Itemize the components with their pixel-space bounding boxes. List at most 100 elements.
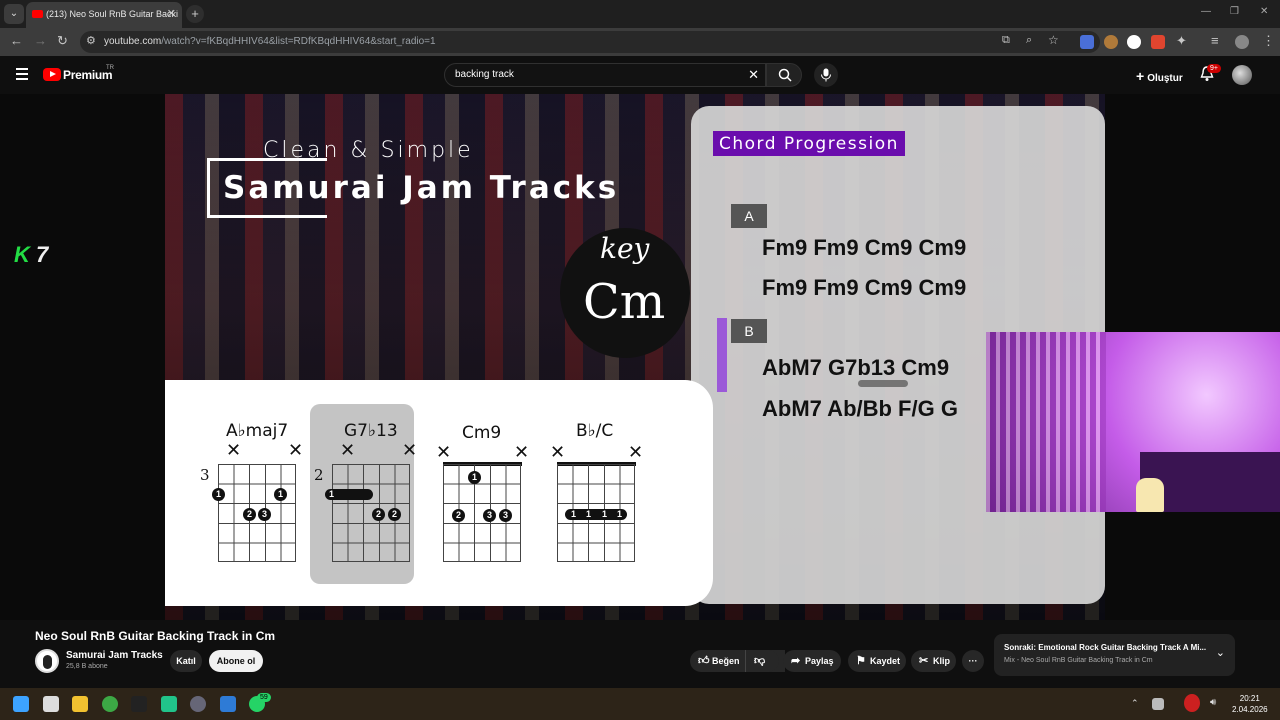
webcam-curtain	[986, 332, 1106, 512]
progression-line: Fm9 Fm9 Cm9 Cm9	[762, 275, 967, 300]
finger-dot: 2	[243, 508, 256, 521]
finger-dot: 1	[601, 509, 607, 519]
tab-search-button[interactable]: ⌄	[4, 4, 24, 24]
more-actions-button[interactable]: ···	[962, 650, 984, 672]
up-next-card[interactable]: Sonraki: Emotional Rock Guitar Backing T…	[994, 634, 1235, 676]
audio-app-icon[interactable]	[131, 696, 147, 712]
chord-name: G7♭13	[344, 421, 398, 441]
extensions-puzzle-icon[interactable]: ✦	[1176, 33, 1187, 49]
url-path: /watch?v=fKBqdHHIV64&list=RDfKBqdHHIV64&…	[161, 36, 436, 47]
chrome-menu-icon[interactable]: ⋮	[1262, 33, 1275, 49]
bookmark-star-icon[interactable]: ☆	[1048, 33, 1059, 47]
video-player[interactable]: K 7 Clean & Simple Samurai Jam Tracks ke…	[0, 94, 1280, 620]
dislike-button[interactable]: 👎︎	[745, 650, 779, 672]
extension-icon-2[interactable]	[1104, 35, 1118, 49]
url-text: youtube.com/watch?v=fKBqdHHIV64&list=RDf…	[104, 36, 436, 47]
youtube-favicon-icon	[32, 10, 43, 18]
chevron-down-icon[interactable]: ⌄	[1216, 646, 1225, 659]
scissors-icon: ✂	[919, 655, 929, 667]
cast-icon[interactable]: ⧉	[1002, 34, 1010, 47]
new-tab-button[interactable]: +	[186, 5, 204, 23]
browser-tab-active[interactable]: (213) Neo Soul RnB Guitar Backi ✕	[26, 2, 182, 28]
address-bar[interactable]: ⚙ youtube.com/watch?v=fKBqdHHIV64&list=R…	[80, 31, 1100, 53]
subscriber-count: 25,8 B abone	[66, 663, 108, 670]
share-button[interactable]: ➦ Paylaş	[783, 650, 841, 672]
bookmark-icon: ⚑	[856, 655, 866, 667]
clock-date: 2.04.2026	[1232, 705, 1268, 714]
extension-icon-3[interactable]	[1127, 35, 1141, 49]
restore-icon[interactable]: ❐	[1230, 6, 1239, 17]
extension-icon-4[interactable]	[1151, 35, 1165, 49]
file-explorer-icon[interactable]	[72, 696, 88, 712]
mute-mark: ✕	[340, 440, 356, 461]
minimize-icon[interactable]: —	[1201, 6, 1211, 17]
youtube-logo-icon[interactable]	[43, 68, 61, 81]
site-info-icon[interactable]: ⚙	[86, 34, 96, 47]
hamburger-menu-icon[interactable]	[16, 68, 28, 80]
chrome-taskbar-icon[interactable]	[102, 696, 118, 712]
subscribe-button[interactable]: Abone ol	[209, 650, 263, 672]
channel-avatar[interactable]	[35, 649, 59, 673]
tab-close-icon[interactable]: ✕	[167, 2, 176, 26]
save-button[interactable]: ⚑ Kaydet	[848, 650, 906, 672]
like-label: Beğen	[712, 656, 740, 666]
mute-mark: ✕	[514, 442, 530, 463]
reload-icon[interactable]: ↻	[57, 33, 68, 49]
key-label: key	[600, 232, 650, 265]
thumbs-up-icon: 👍︎	[698, 655, 710, 667]
video-brand-title: Samurai Jam Tracks	[223, 170, 620, 206]
volume-icon[interactable]: 🔊︎	[1210, 697, 1216, 708]
profile-avatar-icon[interactable]	[1235, 35, 1249, 49]
video-title: Neo Soul RnB Guitar Backing Track in Cm	[35, 629, 276, 643]
tray-red-app-icon[interactable]	[1184, 694, 1200, 712]
app-icon-5[interactable]	[161, 696, 177, 712]
create-button[interactable]: + Oluştur	[1136, 68, 1183, 84]
join-button[interactable]: Katıl	[170, 650, 202, 672]
back-icon[interactable]: ←	[10, 33, 23, 48]
translate-extension-icon[interactable]	[1080, 35, 1094, 49]
search-clear-icon[interactable]: ✕	[748, 67, 759, 83]
webcam-lamp	[1136, 478, 1164, 512]
windows-start-icon[interactable]	[13, 696, 29, 712]
k7-watermark-logo: K 7	[14, 242, 48, 268]
task-view-icon[interactable]	[43, 696, 59, 712]
zoom-icon[interactable]: ⌕	[1026, 34, 1032, 47]
app-icon-7[interactable]	[220, 696, 236, 712]
current-chord-highlight	[858, 380, 908, 387]
notification-count-badge: 9+	[1207, 64, 1221, 73]
chord-progression-title: Chord Progression	[713, 131, 905, 156]
key-value: Cm	[583, 274, 666, 330]
clip-label: Klip	[933, 656, 950, 666]
mute-mark: ✕	[628, 442, 644, 463]
tray-overflow-icon[interactable]: ⌃	[1131, 698, 1139, 709]
finger-dot: 1	[616, 509, 622, 519]
save-label: Kaydet	[870, 656, 901, 666]
section-b-marker	[717, 318, 727, 392]
whatsapp-badge: 59	[257, 693, 271, 702]
k7-logo-k: K	[14, 242, 30, 267]
forward-icon[interactable]: →	[34, 33, 47, 48]
account-avatar[interactable]	[1232, 65, 1252, 85]
section-label-b: B	[731, 319, 767, 343]
search-button[interactable]	[766, 63, 802, 87]
clip-button[interactable]: ✂ Klip	[911, 650, 956, 672]
youtube-premium-wordmark[interactable]: Premium	[63, 68, 113, 82]
system-clock[interactable]: 20:21 2.04.2026	[1232, 693, 1268, 715]
thumbs-down-icon: 👎︎	[754, 655, 766, 667]
search-input-value: backing track	[455, 69, 514, 80]
chord-name: A♭maj7	[226, 421, 289, 441]
finger-dot: 1	[570, 509, 576, 519]
tab-title: (213) Neo Soul RnB Guitar Backi	[46, 9, 179, 19]
search-input[interactable]: backing track ✕	[444, 63, 766, 87]
tray-app-icon[interactable]	[1152, 698, 1164, 710]
settings-gear-icon[interactable]	[190, 696, 206, 712]
channel-name[interactable]: Samurai Jam Tracks	[66, 650, 163, 661]
media-controls-icon[interactable]: ≡	[1211, 33, 1219, 48]
finger-dot: 2	[388, 508, 401, 521]
search-icon	[778, 68, 792, 82]
fret-number: 2	[314, 466, 324, 484]
microphone-icon	[821, 68, 831, 82]
create-label: Oluştur	[1147, 73, 1183, 84]
window-close-icon[interactable]: ✕	[1260, 6, 1268, 17]
voice-search-button[interactable]	[814, 63, 838, 87]
